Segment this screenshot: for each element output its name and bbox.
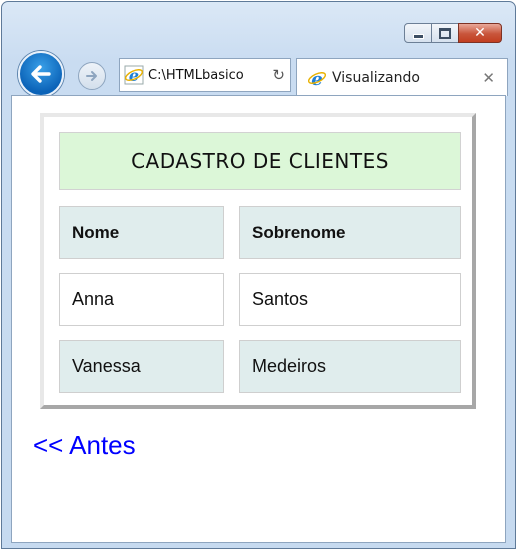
ie-logo-icon: e: [124, 65, 144, 85]
table-cell: Medeiros: [239, 340, 461, 393]
tab-title: Visualizando: [332, 69, 420, 86]
browser-window: ✕ e C:\HTMLbasico ↻ e Visualizando ✕ CAD…: [1, 1, 516, 549]
table-cell: Santos: [239, 273, 461, 326]
header-sobrenome: Sobrenome: [239, 206, 461, 259]
table-cell: Anna: [59, 273, 224, 326]
table-cell: Vanessa: [59, 340, 224, 393]
address-text: C:\HTMLbasico: [148, 67, 244, 83]
svg-text:e: e: [129, 66, 139, 85]
back-arrow-icon: [31, 65, 51, 83]
close-icon: ✕: [474, 25, 486, 41]
header-nome: Nome: [59, 206, 224, 259]
forward-button[interactable]: [78, 62, 106, 90]
maximize-button[interactable]: [431, 23, 459, 43]
back-button[interactable]: [18, 51, 64, 97]
svg-text:e: e: [311, 69, 322, 88]
page-content: CADASTRO DE CLIENTES Nome Sobrenome Anna…: [11, 95, 506, 543]
caption-buttons: ✕: [404, 23, 502, 43]
refresh-icon[interactable]: ↻: [272, 66, 285, 84]
table-title: CADASTRO DE CLIENTES: [59, 132, 461, 190]
clients-table: CADASTRO DE CLIENTES Nome Sobrenome Anna…: [40, 113, 476, 409]
back-link[interactable]: << Antes: [33, 430, 136, 461]
maximize-icon: [439, 27, 451, 39]
tab-close-icon[interactable]: ✕: [482, 69, 495, 87]
minimize-button[interactable]: [404, 23, 432, 43]
forward-arrow-icon: [86, 71, 97, 81]
address-bar[interactable]: e C:\HTMLbasico ↻: [119, 58, 291, 92]
tab-visualizando[interactable]: e Visualizando ✕: [296, 58, 508, 96]
ie-logo-icon: e: [307, 69, 327, 88]
close-button[interactable]: ✕: [458, 23, 502, 43]
minimize-icon: [412, 33, 424, 39]
